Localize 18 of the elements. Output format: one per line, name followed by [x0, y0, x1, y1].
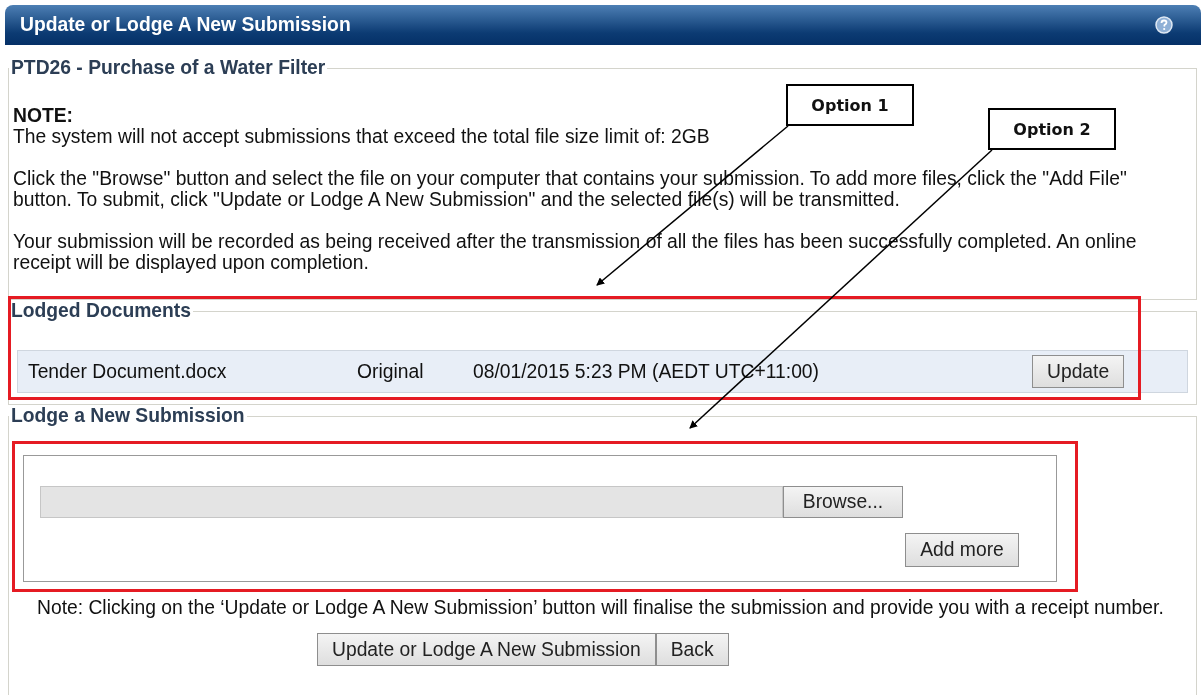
callout-label: Option 2: [988, 108, 1116, 150]
section-legend: Lodged Documents: [9, 300, 193, 322]
note-paragraph: The system will not accept submissions that exceed the total file size limit of: 2GB: [13, 126, 710, 147]
add-more-button[interactable]: Add more: [905, 533, 1019, 567]
help-icon[interactable]: [1155, 16, 1173, 34]
submission-note: Note: Clicking on the ‘Update or Lodge A New Submission’ button will finalise the submission and provide you with a receipt number.: [37, 597, 1165, 619]
browse-button[interactable]: Browse...: [783, 486, 903, 518]
note-heading: NOTE:: [13, 105, 73, 126]
submit-button[interactable]: Update or Lodge A New Submission: [317, 633, 656, 666]
section-legend: Lodge a New Submission: [9, 405, 247, 427]
section-legend: PTD26 - Purchase of a Water Filter: [9, 57, 328, 79]
document-type: Original: [357, 360, 425, 383]
page-title: Update or Lodge A New Submission: [20, 14, 351, 36]
update-button[interactable]: Update: [1032, 355, 1124, 388]
back-button[interactable]: Back: [655, 633, 729, 666]
callout-label: Option 1: [786, 84, 914, 126]
file-name: Tender Document.docx: [28, 360, 228, 383]
file-path-field[interactable]: [40, 486, 783, 518]
